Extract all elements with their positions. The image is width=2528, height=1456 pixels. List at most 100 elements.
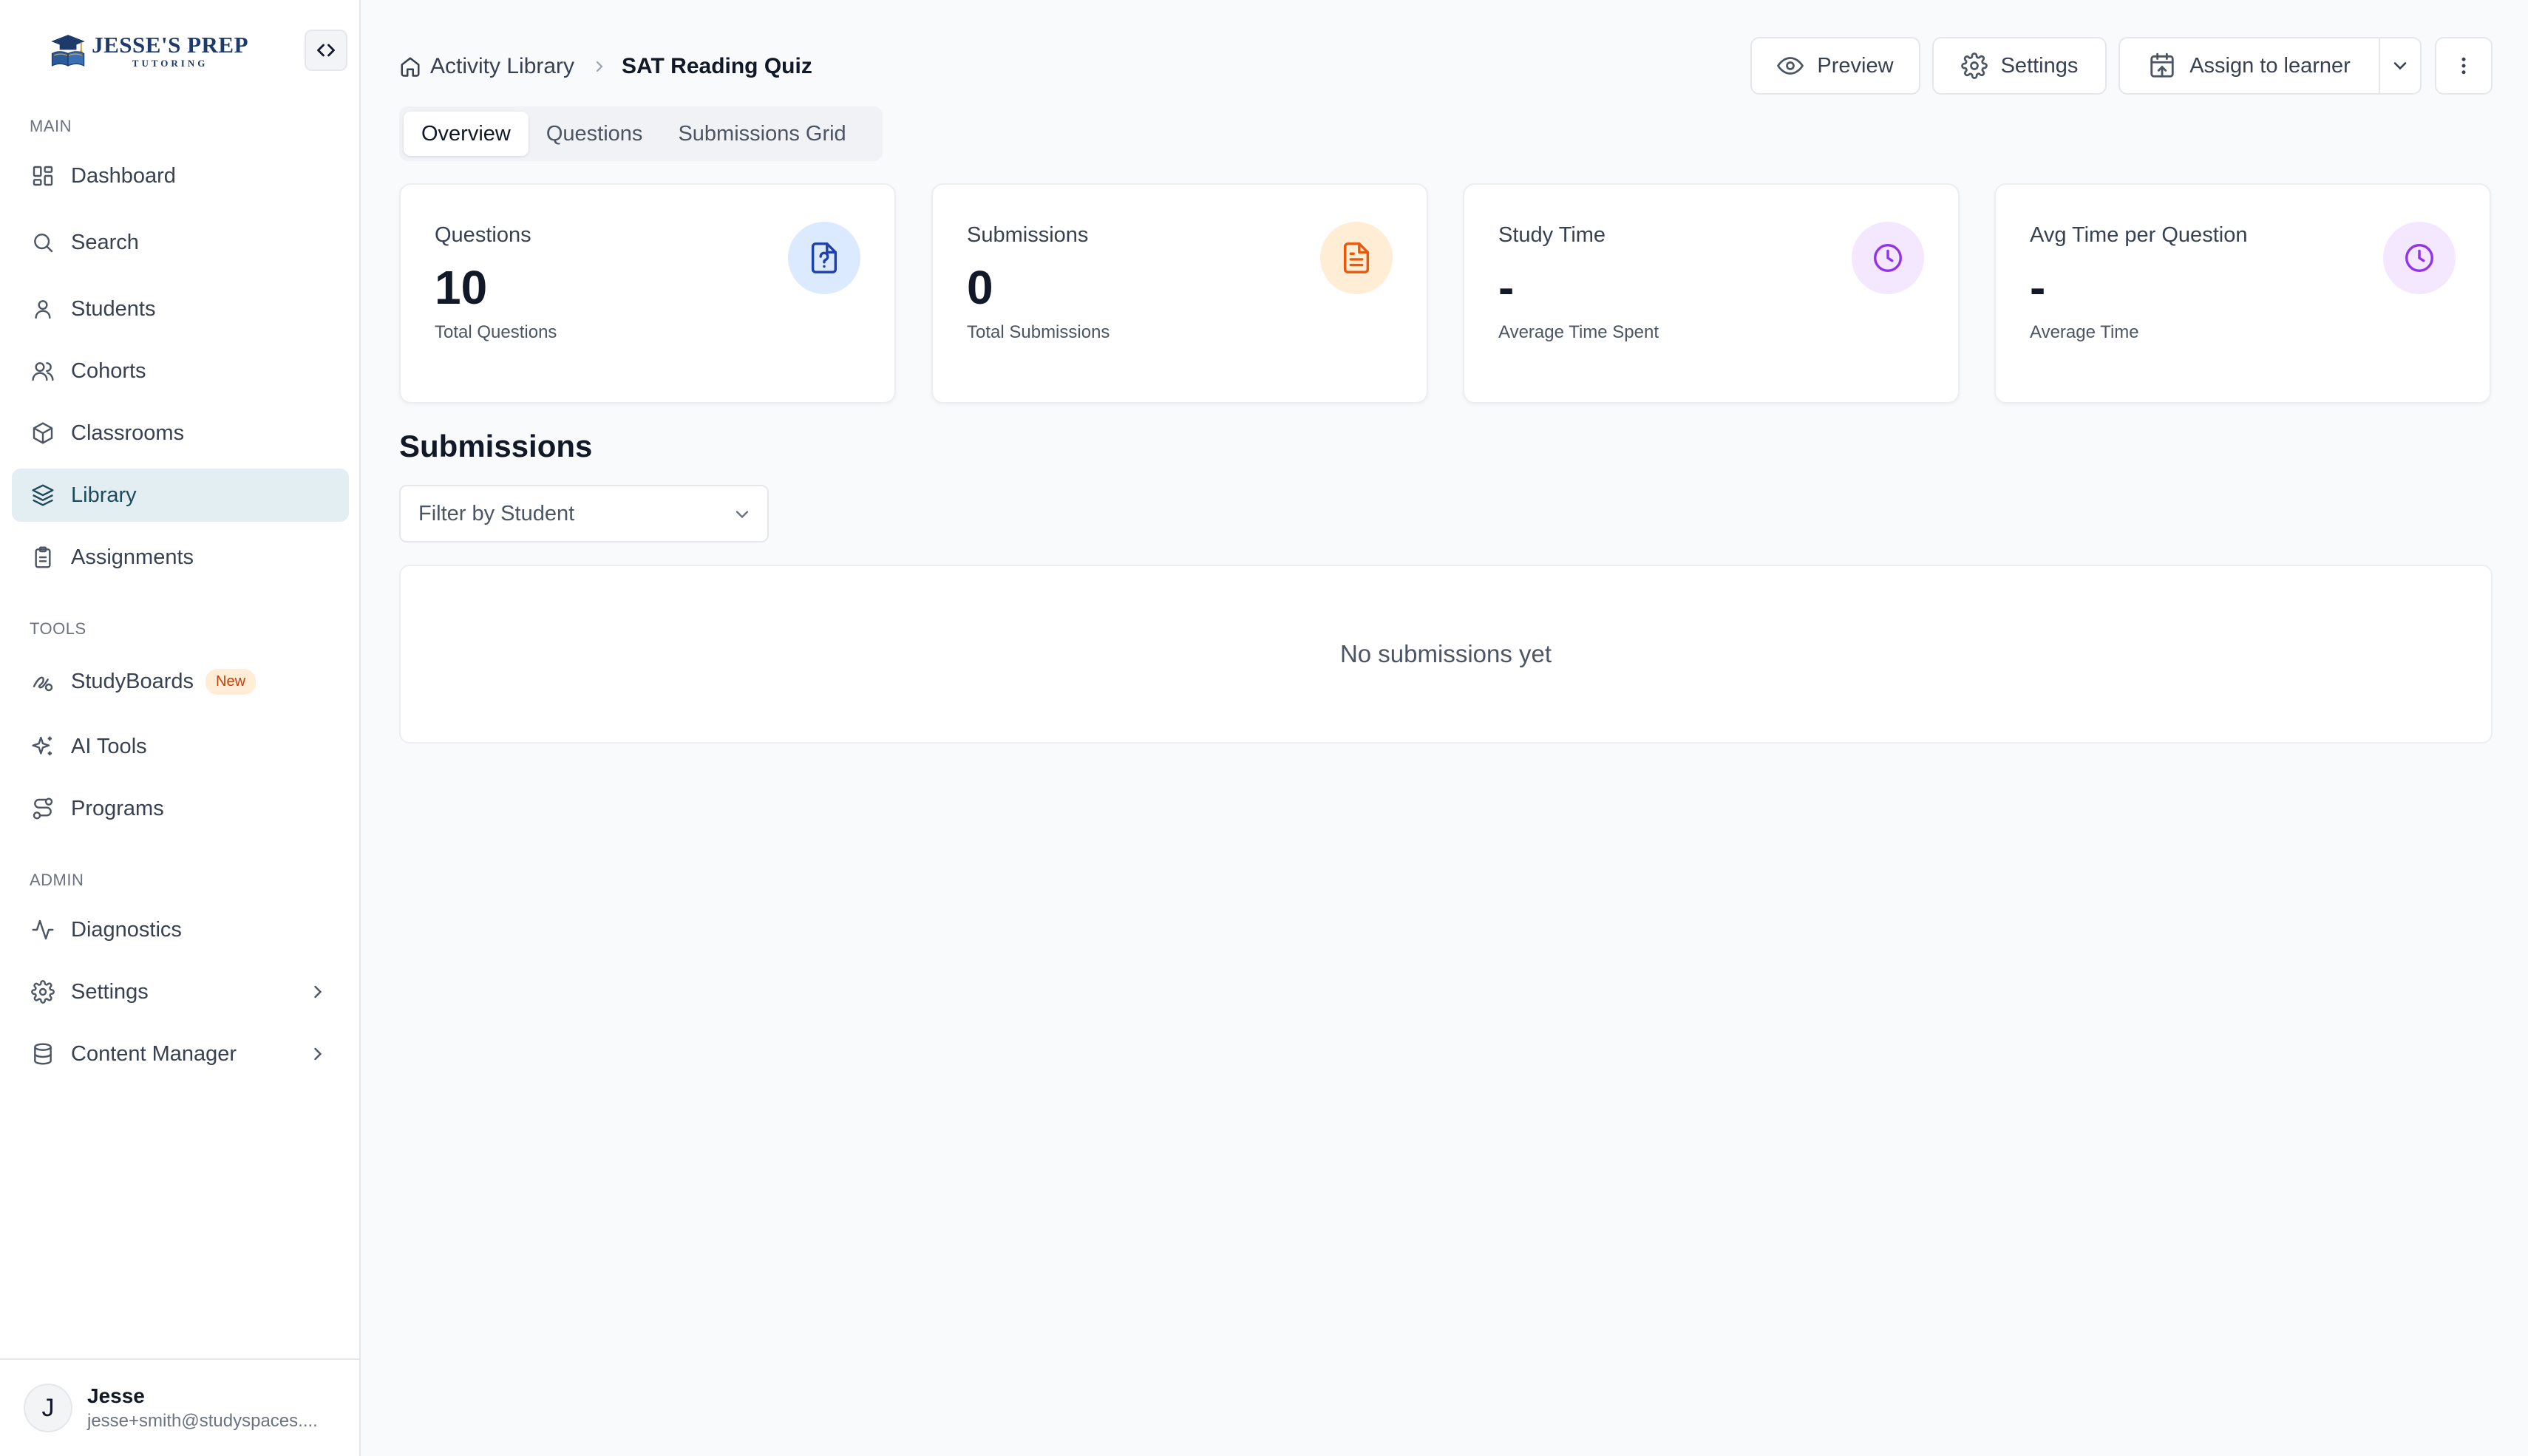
sidebar-item-classrooms[interactable]: Classrooms (12, 406, 349, 460)
question-file-icon (788, 222, 860, 294)
stat-value: 0 (967, 261, 993, 314)
assign-label: Assign to learner (2189, 53, 2351, 78)
breadcrumb-activity-library[interactable]: Activity Library (430, 54, 574, 79)
brand-title: JESSE'S PREP (92, 31, 248, 58)
section-label-admin: ADMIN (30, 871, 84, 889)
sidebar-item-label: Students (71, 296, 156, 321)
clipboard-icon (30, 544, 56, 571)
assign-to-learner-button[interactable]: Assign to learner (2118, 37, 2380, 95)
sidebar-item-label: AI Tools (71, 734, 147, 758)
sidebar-item-studyboards[interactable]: StudyBoards New (12, 655, 349, 708)
gear-icon (1960, 52, 1988, 79)
sidebar-item-label: Programs (71, 796, 164, 820)
stat-value: - (2030, 261, 2046, 314)
stat-label: Study Time (1498, 223, 1606, 247)
stat-card-questions: Questions 10 Total Questions (399, 183, 896, 404)
more-vertical-icon (2453, 55, 2475, 77)
chevron-down-icon (732, 504, 752, 525)
cube-icon (30, 420, 56, 446)
sidebar-item-label: Search (71, 230, 139, 254)
search-icon (30, 229, 56, 256)
section-label-tools: TOOLS (30, 619, 86, 638)
stat-sublabel: Total Questions (435, 322, 557, 342)
sidebar-item-label: Assignments (71, 545, 194, 569)
dashboard-icon (30, 163, 56, 189)
avatar: J (24, 1384, 72, 1432)
user-profile[interactable]: J Jesse jesse+smith@studyspaces.... (0, 1358, 359, 1456)
sidebar-item-dashboard[interactable]: Dashboard (12, 149, 349, 203)
sidebar: JESSE'S PREP TUTORING MAIN Dashboard Sea… (0, 0, 361, 1456)
clock-icon (2383, 222, 2456, 294)
stat-sublabel: Average Time Spent (1498, 322, 1659, 342)
stat-card-submissions: Submissions 0 Total Submissions (931, 183, 1428, 404)
tab-overview[interactable]: Overview (404, 112, 529, 156)
users-icon (30, 358, 56, 384)
tab-list: Overview Questions Submissions Grid (399, 106, 883, 161)
stat-card-avg-time-per-question: Avg Time per Question - Average Time (1994, 183, 2491, 404)
sparkles-icon (30, 733, 56, 760)
sidebar-item-label: Classrooms (71, 421, 185, 445)
sidebar-item-programs[interactable]: Programs (12, 782, 349, 835)
settings-label: Settings (2000, 53, 2079, 78)
stat-label: Questions (435, 223, 531, 247)
sidebar-item-label: Library (71, 483, 137, 507)
sidebar-collapse-button[interactable] (305, 30, 347, 71)
preview-label: Preview (1817, 53, 1894, 78)
submissions-empty-state: No submissions yet (399, 565, 2493, 744)
gear-icon (30, 979, 56, 1005)
graduation-cap-book-icon (51, 35, 85, 67)
sidebar-item-label: Content Manager (71, 1041, 237, 1066)
chevron-right-icon (591, 58, 608, 75)
stat-label: Submissions (967, 223, 1089, 247)
tab-submissions-grid[interactable]: Submissions Grid (660, 112, 863, 156)
eye-icon (1777, 52, 1804, 79)
assign-options-dropdown[interactable] (2379, 37, 2422, 95)
document-icon (1320, 222, 1393, 294)
activity-icon (30, 916, 56, 943)
clock-icon (1852, 222, 1924, 294)
stat-sublabel: Average Time (2030, 322, 2139, 342)
sidebar-item-library[interactable]: Library (12, 469, 349, 522)
code-chevrons-icon (317, 44, 335, 57)
filter-by-student-select[interactable]: Filter by Student (399, 485, 769, 542)
stat-value: - (1498, 261, 1515, 314)
chevron-right-icon (307, 982, 328, 1002)
stat-label: Avg Time per Question (2030, 223, 2248, 247)
brand-logo[interactable]: JESSE'S PREP TUTORING (50, 22, 248, 78)
tab-questions[interactable]: Questions (529, 112, 661, 156)
sidebar-item-content-manager[interactable]: Content Manager (12, 1027, 349, 1081)
stat-sublabel: Total Submissions (967, 322, 1110, 342)
calendar-assign-icon (2148, 52, 2176, 80)
preview-button[interactable]: Preview (1750, 37, 1920, 95)
chevron-right-icon (307, 1044, 328, 1064)
sidebar-item-students[interactable]: Students (12, 282, 349, 336)
sidebar-item-label: Settings (71, 979, 149, 1004)
breadcrumb-current: SAT Reading Quiz (622, 54, 812, 78)
empty-message: No submissions yet (1339, 640, 1552, 667)
sidebar-item-label: Cohorts (71, 358, 146, 383)
home-icon (399, 55, 421, 78)
sidebar-item-diagnostics[interactable]: Diagnostics (12, 903, 349, 956)
chevron-down-icon (2390, 55, 2410, 76)
new-badge: New (205, 668, 256, 695)
sidebar-item-assignments[interactable]: Assignments (12, 531, 349, 584)
sidebar-item-ai-tools[interactable]: AI Tools (12, 720, 349, 773)
route-icon (30, 795, 56, 822)
settings-button[interactable]: Settings (1932, 37, 2107, 95)
sidebar-item-settings[interactable]: Settings (12, 965, 349, 1018)
studyboards-icon (30, 668, 56, 695)
more-options-button[interactable] (2435, 37, 2493, 95)
stat-card-study-time: Study Time - Average Time Spent (1463, 183, 1960, 404)
sidebar-item-search[interactable]: Search (12, 216, 349, 269)
sidebar-item-label: Dashboard (71, 163, 176, 188)
submissions-heading: Submissions (399, 429, 593, 463)
layers-icon (30, 482, 56, 508)
breadcrumb: Activity Library SAT Reading Quiz (399, 52, 812, 81)
database-icon (30, 1041, 56, 1067)
sidebar-item-cohorts[interactable]: Cohorts (12, 344, 349, 398)
user-icon (30, 296, 56, 322)
section-label-main: MAIN (30, 117, 72, 135)
brand-subtitle: TUTORING (132, 57, 208, 69)
user-name: Jesse (87, 1384, 145, 1407)
stat-value: 10 (435, 261, 488, 314)
